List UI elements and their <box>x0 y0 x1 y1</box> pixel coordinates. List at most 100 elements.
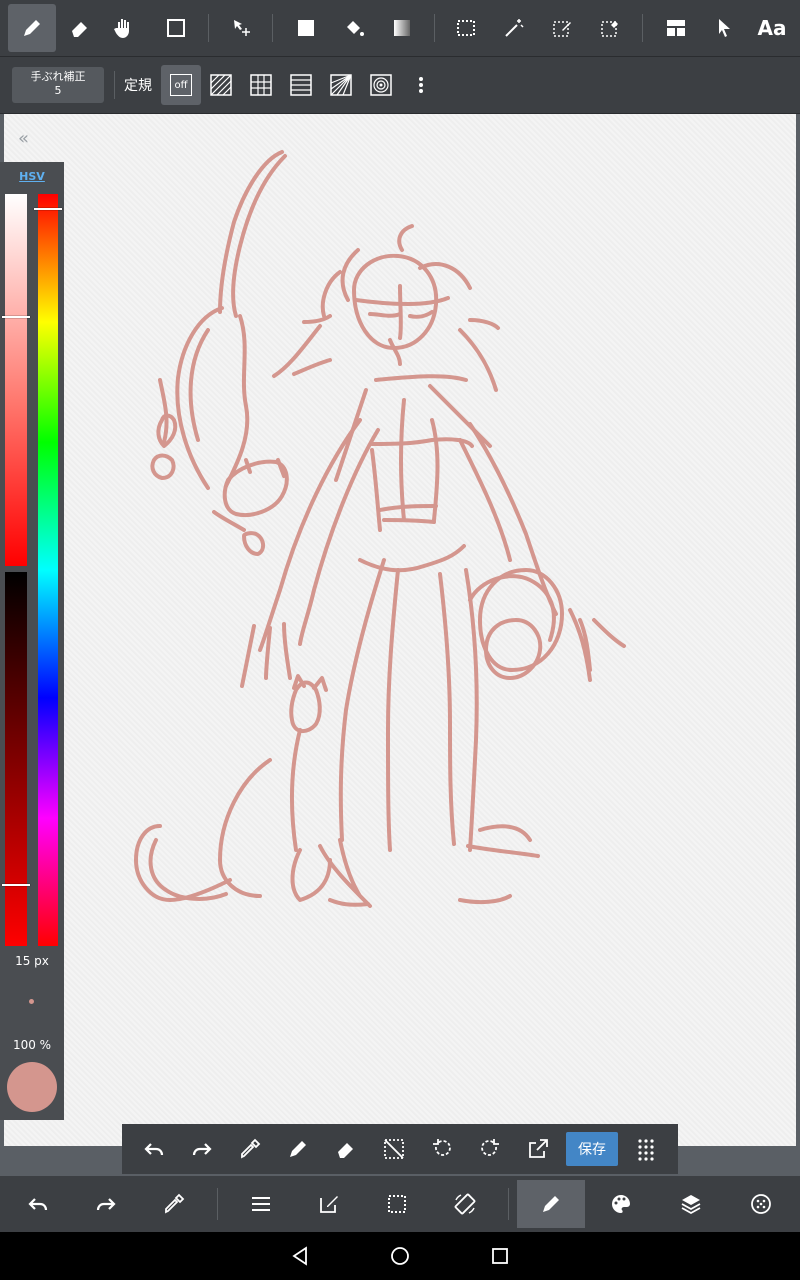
rotate-canvas-button[interactable] <box>431 1180 499 1228</box>
hand-icon <box>114 19 129 38</box>
system-nav-bar <box>0 1232 800 1280</box>
edit-button[interactable] <box>295 1180 363 1228</box>
saturation-marker[interactable] <box>2 316 30 318</box>
eraser-icon[interactable] <box>334 1137 358 1161</box>
pen-icon <box>543 1196 559 1212</box>
frame-tool-button[interactable] <box>652 4 700 52</box>
hand-tool-button[interactable] <box>100 4 148 52</box>
redo-icon[interactable] <box>190 1137 214 1161</box>
toolbar-separator <box>642 14 643 42</box>
move-tool-button[interactable] <box>218 4 266 52</box>
undo-icon <box>28 1198 48 1211</box>
pointer-icon <box>719 19 730 37</box>
ruler-off-icon: off <box>170 74 192 96</box>
hue-slider[interactable] <box>38 194 58 946</box>
redo-button[interactable] <box>72 1180 140 1228</box>
clear-selection-icon[interactable] <box>382 1137 406 1161</box>
collapse-panel-icon[interactable]: « <box>18 128 29 149</box>
pen-icon <box>24 20 40 36</box>
hue-marker[interactable] <box>34 208 62 210</box>
redo-icon <box>96 1198 116 1211</box>
move-icon <box>234 20 250 36</box>
undo-button[interactable] <box>4 1180 72 1228</box>
text-tool-button[interactable]: Aa <box>748 4 796 52</box>
opacity-label[interactable]: 100 % <box>0 1038 64 1052</box>
value-marker[interactable] <box>2 884 30 886</box>
toolbar-separator <box>272 14 273 42</box>
stabilizer-value: 5 <box>54 84 62 97</box>
frame-icon <box>667 20 685 36</box>
saturation-slider[interactable] <box>5 194 27 566</box>
toolbar-separator <box>114 71 115 99</box>
ruler-off-button[interactable]: off <box>161 65 201 105</box>
ruler-parallel-button[interactable] <box>201 65 241 105</box>
bucket-tool-button[interactable] <box>330 4 378 52</box>
more-options-button[interactable] <box>401 65 441 105</box>
select-tool-button[interactable] <box>442 4 490 52</box>
stabilizer-button[interactable]: 手ぶれ補正 5 <box>12 67 104 103</box>
rotate-left-icon[interactable] <box>430 1137 454 1161</box>
color-panel-button[interactable] <box>587 1180 655 1228</box>
rotate-canvas-icon <box>454 1193 476 1215</box>
drawing-canvas[interactable] <box>4 114 796 1146</box>
grid-icon <box>250 74 272 96</box>
pen-icon[interactable] <box>286 1137 310 1161</box>
brush-size-preview <box>29 999 34 1004</box>
menu-icon <box>252 1197 270 1211</box>
recents-icon[interactable] <box>488 1244 512 1268</box>
menu-button[interactable] <box>227 1180 295 1228</box>
magic-wand-button[interactable] <box>490 4 538 52</box>
rotate-right-icon[interactable] <box>478 1137 502 1161</box>
gradient-tool-button[interactable] <box>378 4 426 52</box>
fill-rect-tool-button[interactable] <box>282 4 330 52</box>
parallel-lines-icon <box>210 74 232 96</box>
eyedropper-icon <box>165 1193 185 1214</box>
quick-access-bar: 保存 <box>122 1124 678 1174</box>
ruler-concentric-button[interactable] <box>361 65 401 105</box>
sketch-artwork <box>134 150 626 908</box>
more-vert-icon <box>419 77 423 93</box>
layers-icon <box>681 1195 701 1215</box>
export-icon[interactable] <box>526 1137 550 1161</box>
back-icon[interactable] <box>288 1244 312 1268</box>
main-toolbar: Aa <box>0 0 800 57</box>
selection-button[interactable] <box>363 1180 431 1228</box>
ruler-perspective-button[interactable] <box>321 65 361 105</box>
rectangle-icon <box>167 19 185 37</box>
layers-button[interactable] <box>657 1180 725 1228</box>
eyedropper-button[interactable] <box>140 1180 208 1228</box>
magic-wand-icon <box>505 19 524 37</box>
perspective-icon <box>330 74 352 96</box>
home-icon[interactable] <box>388 1244 412 1268</box>
brush-panel-button[interactable] <box>517 1180 585 1228</box>
toolbar-separator <box>208 14 209 42</box>
bottom-toolbar <box>0 1176 800 1232</box>
color-mode-tab[interactable]: HSV <box>0 170 64 183</box>
bucket-icon <box>347 21 364 36</box>
materials-icon <box>751 1194 771 1214</box>
select-eraser-button[interactable] <box>586 4 634 52</box>
selection-icon <box>388 1195 406 1213</box>
toolbar-separator <box>434 14 435 42</box>
save-button[interactable]: 保存 <box>566 1132 618 1166</box>
pointer-tool-button[interactable] <box>700 4 748 52</box>
brush-size-label[interactable]: 15 px <box>0 954 64 968</box>
grid-menu-icon[interactable] <box>634 1137 658 1161</box>
materials-button[interactable] <box>727 1180 795 1228</box>
select-icon <box>457 20 475 36</box>
shape-tool-button[interactable] <box>152 4 200 52</box>
toolbar-separator <box>217 1188 218 1220</box>
eyedropper-icon[interactable] <box>238 1137 262 1161</box>
select-eraser-icon <box>601 21 618 37</box>
concentric-circles-icon <box>370 74 392 96</box>
select-pen-button[interactable] <box>538 4 586 52</box>
undo-icon[interactable] <box>142 1137 166 1161</box>
eraser-tool-button[interactable] <box>56 4 104 52</box>
pen-tool-button[interactable] <box>8 4 56 52</box>
current-color-swatch[interactable] <box>7 1062 57 1112</box>
select-pen-icon <box>553 21 571 37</box>
ruler-horizontal-button[interactable] <box>281 65 321 105</box>
ruler-grid-button[interactable] <box>241 65 281 105</box>
value-slider[interactable] <box>5 572 27 946</box>
palette-icon <box>612 1195 630 1213</box>
